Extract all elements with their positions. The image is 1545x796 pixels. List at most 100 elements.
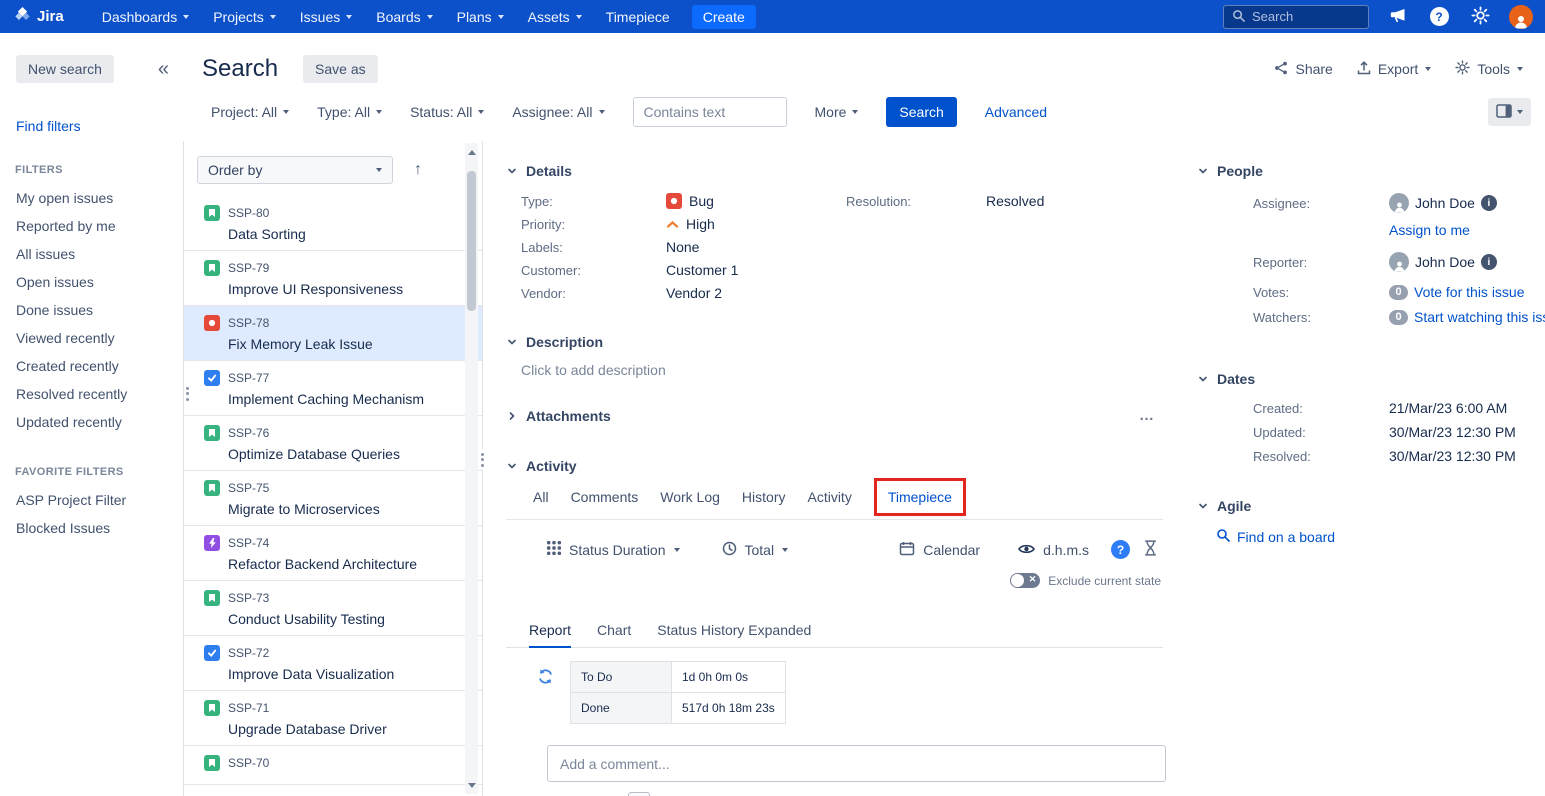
- sidebar-item-created-recently[interactable]: Created recently: [0, 352, 183, 380]
- layout-switcher-button[interactable]: [1488, 98, 1531, 126]
- global-search-input[interactable]: [1252, 9, 1352, 24]
- activity-tab-comments[interactable]: Comments: [571, 489, 639, 505]
- global-search[interactable]: [1223, 5, 1369, 29]
- tab-chart[interactable]: Chart: [597, 622, 631, 647]
- issue-card-ssp-76[interactable]: SSP-76 Optimize Database Queries: [184, 416, 482, 471]
- type-filter-dropdown[interactable]: Type: All: [317, 104, 382, 120]
- sidebar-item-done-issues[interactable]: Done issues: [0, 296, 183, 324]
- settings-button[interactable]: [1468, 5, 1492, 29]
- status-filter-dropdown[interactable]: Status: All: [410, 104, 484, 120]
- tab-report[interactable]: Report: [529, 622, 571, 648]
- issue-card-ssp-75[interactable]: SSP-75 Migrate to Microservices: [184, 471, 482, 526]
- attachments-section-header[interactable]: Attachments: [506, 408, 611, 424]
- new-search-button[interactable]: New search: [16, 55, 114, 83]
- issue-list-scrollbar[interactable]: [465, 143, 478, 794]
- issue-card-ssp-71[interactable]: SSP-71 Upgrade Database Driver: [184, 691, 482, 746]
- add-comment-box[interactable]: [547, 745, 1166, 782]
- activity-tab-history[interactable]: History: [742, 489, 786, 505]
- add-comment-input[interactable]: [560, 756, 1153, 772]
- share-button[interactable]: Share: [1274, 61, 1332, 78]
- nav-boards[interactable]: Boards: [364, 0, 444, 33]
- sidebar-item-blocked-issues[interactable]: Blocked Issues: [0, 514, 183, 542]
- sidebar-item-my-open-issues[interactable]: My open issues: [0, 184, 183, 212]
- sidebar-item-resolved-recently[interactable]: Resolved recently: [0, 380, 183, 408]
- refresh-icon[interactable]: [537, 668, 554, 688]
- find-on-board-link[interactable]: Find on a board: [1216, 528, 1545, 545]
- save-as-button[interactable]: Save as: [303, 55, 378, 83]
- info-icon[interactable]: i: [1481, 195, 1497, 211]
- info-icon[interactable]: i: [1481, 254, 1497, 270]
- duration-cell: 1d 0h 0m 0s: [672, 662, 786, 692]
- people-section-header[interactable]: People: [1197, 163, 1545, 179]
- scroll-up-button[interactable]: [465, 145, 478, 159]
- chevron-down-icon: [1517, 67, 1523, 71]
- nav-plans[interactable]: Plans: [445, 0, 516, 33]
- tab-status-history-expanded[interactable]: Status History Expanded: [657, 622, 811, 647]
- watchers-label: Watchers:: [1253, 310, 1389, 325]
- search-button[interactable]: Search: [886, 97, 956, 127]
- agile-section-header[interactable]: Agile: [1197, 498, 1545, 514]
- export-button[interactable]: Export: [1357, 61, 1431, 78]
- exclude-current-state-toggle[interactable]: ✕: [1010, 573, 1040, 588]
- activity-tab-work-log[interactable]: Work Log: [660, 489, 720, 505]
- timepiece-help-button[interactable]: ?: [1111, 540, 1130, 559]
- status-cell: Done: [570, 693, 672, 723]
- nav-issues[interactable]: Issues: [288, 0, 364, 33]
- calendar-button[interactable]: Calendar: [899, 541, 980, 559]
- more-filters-dropdown[interactable]: More: [815, 104, 859, 120]
- scroll-down-button[interactable]: [465, 778, 478, 792]
- help-button[interactable]: ?: [1427, 5, 1451, 29]
- activity-section-header[interactable]: Activity: [506, 458, 1163, 474]
- sidebar-item-viewed-recently[interactable]: Viewed recently: [0, 324, 183, 352]
- sidebar-item-open-issues[interactable]: Open issues: [0, 268, 183, 296]
- details-section-header[interactable]: Details: [506, 163, 1163, 179]
- assign-to-me-link[interactable]: Assign to me: [1389, 222, 1470, 238]
- nav-timepiece[interactable]: Timepiece: [594, 0, 682, 33]
- issue-card-ssp-72[interactable]: SSP-72 Improve Data Visualization: [184, 636, 482, 691]
- jira-logo[interactable]: Jira: [14, 6, 64, 27]
- assignee-filter-dropdown[interactable]: Assignee: All: [512, 104, 604, 120]
- find-filters-link[interactable]: Find filters: [16, 118, 183, 134]
- order-by-select[interactable]: Order by: [197, 156, 393, 184]
- issue-card-ssp-73[interactable]: SSP-73 Conduct Usability Testing: [184, 581, 482, 636]
- activity-tab-timepiece[interactable]: Timepiece: [888, 489, 952, 505]
- nav-assets[interactable]: Assets: [516, 0, 594, 33]
- project-filter-dropdown[interactable]: Project: All: [211, 104, 289, 120]
- description-section-header[interactable]: Description: [506, 334, 1163, 350]
- dates-section-header[interactable]: Dates: [1197, 371, 1545, 387]
- contains-text-input[interactable]: [633, 97, 787, 127]
- sort-ascending-icon[interactable]: ↑: [414, 161, 422, 179]
- search-filter-bar: Project: All Type: All Status: All Assig…: [183, 91, 1545, 141]
- issue-card-ssp-79[interactable]: SSP-79 Improve UI Responsiveness: [184, 251, 482, 306]
- activity-tab-all[interactable]: All: [533, 489, 549, 505]
- issue-card-ssp-80[interactable]: SSP-80 Data Sorting: [184, 196, 482, 251]
- sidebar-item-updated-recently[interactable]: Updated recently: [0, 408, 183, 436]
- issue-card-ssp-70[interactable]: SSP-70: [184, 746, 482, 785]
- announcements-button[interactable]: [1386, 5, 1410, 29]
- nav-dashboards[interactable]: Dashboards: [90, 0, 202, 33]
- issue-card-ssp-77[interactable]: SSP-77 Implement Caching Mechanism: [184, 361, 482, 416]
- scrollbar-thumb[interactable]: [467, 171, 476, 311]
- sidebar-item-asp-project-filter[interactable]: ASP Project Filter: [0, 486, 183, 514]
- more-actions-icon[interactable]: …: [1139, 407, 1155, 424]
- issue-card-ssp-78[interactable]: SSP-78 Fix Memory Leak Issue: [184, 306, 482, 361]
- sidebar-item-all-issues[interactable]: All issues: [0, 240, 183, 268]
- panel-resize-handle[interactable]: [479, 449, 486, 470]
- description-placeholder[interactable]: Click to add description: [521, 362, 1163, 378]
- panel-resize-handle[interactable]: [184, 383, 191, 404]
- nav-projects[interactable]: Projects: [201, 0, 288, 33]
- status-duration-dropdown[interactable]: Status Duration: [547, 541, 680, 558]
- sidebar-item-reported-by-me[interactable]: Reported by me: [0, 212, 183, 240]
- start-watching-link[interactable]: Start watching this issue: [1414, 309, 1545, 325]
- advanced-search-link[interactable]: Advanced: [985, 104, 1047, 120]
- total-dropdown[interactable]: Total: [722, 541, 789, 559]
- activity-tab-activity[interactable]: Activity: [807, 489, 851, 505]
- create-button[interactable]: Create: [692, 5, 756, 29]
- collapse-sidebar-icon[interactable]: «: [158, 59, 169, 79]
- issue-card-ssp-74[interactable]: SSP-74 Refactor Backend Architecture: [184, 526, 482, 581]
- tools-button[interactable]: Tools: [1455, 60, 1523, 78]
- user-avatar[interactable]: [1509, 5, 1533, 29]
- vote-for-issue-link[interactable]: Vote for this issue: [1414, 284, 1525, 300]
- updated-label: Updated:: [1253, 425, 1389, 440]
- display-format-button[interactable]: d.h.m.s: [1018, 542, 1089, 558]
